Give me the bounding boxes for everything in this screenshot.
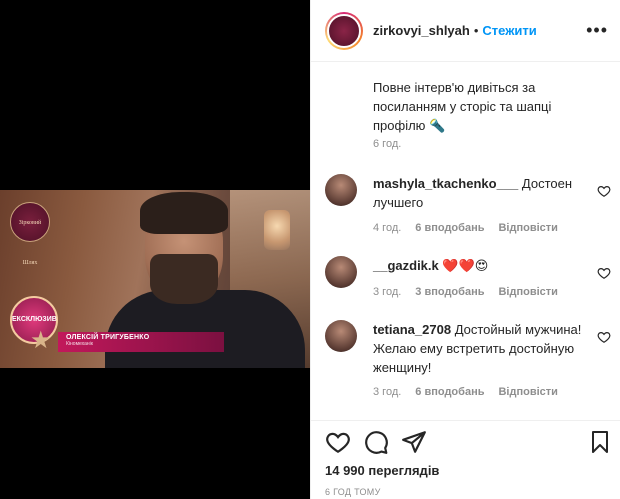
reply-button[interactable]: Відповісти xyxy=(498,386,557,398)
more-icon[interactable]: ••• xyxy=(586,20,608,41)
comments-list[interactable]: Повне інтерв'ю дивіться за посиланням у … xyxy=(311,62,620,420)
name-subline: Кіномеханік xyxy=(66,341,93,347)
avatar[interactable] xyxy=(325,320,357,352)
comment-meta: 3 год. 6 вподобань Відповісти xyxy=(373,386,558,398)
username-link[interactable]: zirkovyi_shlyah xyxy=(373,23,470,38)
heart-icon[interactable] xyxy=(325,429,351,455)
avatar-image xyxy=(327,13,361,48)
comment-meta: 4 год. 6 вподобань Відповісти xyxy=(373,222,558,234)
name-lower-third: ОЛЕКСІЙ ТРИГУБЕНКО Кіномеханік xyxy=(58,332,224,352)
person-beard xyxy=(150,254,218,304)
comment-body: tetiana_2708 Достойный мужчина! Желаю ем… xyxy=(373,320,583,377)
heart-icon[interactable] xyxy=(597,184,611,198)
media-panel[interactable]: Зірковий Шлях ЕКСКЛЮЗИВ ★ ОЛЕКСІЙ ТРИГУБ… xyxy=(0,0,310,499)
person-hair xyxy=(140,192,228,234)
reply-button[interactable]: Відповісти xyxy=(498,222,557,234)
post-sidebar: zirkovyi_shlyah • Стежити ••• Повне інте… xyxy=(310,0,620,499)
comment-username[interactable]: mashyla_tkachenko___ xyxy=(373,176,518,191)
post-timestamp: 6 ГОД ТОМУ xyxy=(325,487,381,497)
post-footer: 14 990 переглядів 6 ГОД ТОМУ xyxy=(311,420,620,499)
avatar[interactable] xyxy=(325,11,363,50)
comment-meta: 3 год. 3 вподобань Відповісти xyxy=(373,286,558,298)
avatar[interactable] xyxy=(325,174,357,206)
heart-icon[interactable] xyxy=(597,266,611,280)
star-icon: ★ xyxy=(30,327,52,354)
comment-time: 3 год. xyxy=(373,386,402,398)
comment-username[interactable]: __gazdik.k xyxy=(373,258,439,273)
channel-logo: Зірковий Шлях xyxy=(10,202,50,266)
avatar[interactable] xyxy=(325,256,357,288)
name-line: ОЛЕКСІЙ ТРИГУБЕНКО xyxy=(66,334,150,341)
follow-button[interactable]: Стежити xyxy=(482,23,536,38)
caption-timestamp: 6 год. xyxy=(373,138,402,150)
heart-icon[interactable] xyxy=(597,330,611,344)
person-body xyxy=(105,290,305,368)
comment-text: ❤️❤️😍 xyxy=(442,258,489,273)
video-player[interactable]: Зірковий Шлях ЕКСКЛЮЗИВ ★ ОЛЕКСІЙ ТРИГУБ… xyxy=(0,190,310,368)
comment-likes[interactable]: 6 вподобань xyxy=(415,386,484,398)
save-button[interactable] xyxy=(588,429,612,455)
comment-body: __gazdik.k ❤️❤️😍 xyxy=(373,256,583,275)
comment-time: 4 год. xyxy=(373,222,402,234)
reply-button[interactable]: Відповісти xyxy=(498,286,557,298)
comment-likes[interactable]: 3 вподобань xyxy=(415,286,484,298)
post-header: zirkovyi_shlyah • Стежити ••• xyxy=(311,0,620,62)
post-caption: Повне інтерв'ю дивіться за посиланням у … xyxy=(373,80,552,133)
separator-dot: • xyxy=(473,23,479,38)
post-viewer: Зірковий Шлях ЕКСКЛЮЗИВ ★ ОЛЕКСІЙ ТРИГУБ… xyxy=(0,0,620,499)
comment-username[interactable]: tetiana_2708 xyxy=(373,322,451,337)
comment-likes[interactable]: 6 вподобань xyxy=(415,222,484,234)
view-count[interactable]: 14 990 переглядів xyxy=(325,463,439,478)
comment-icon[interactable] xyxy=(363,429,389,455)
action-bar xyxy=(325,429,427,455)
comment-body: mashyla_tkachenko___ Достоен лучшего xyxy=(373,174,583,212)
comment-time: 3 год. xyxy=(373,286,402,298)
background-lamp xyxy=(264,210,290,250)
share-icon[interactable] xyxy=(401,429,427,455)
bookmark-icon[interactable] xyxy=(588,429,612,455)
